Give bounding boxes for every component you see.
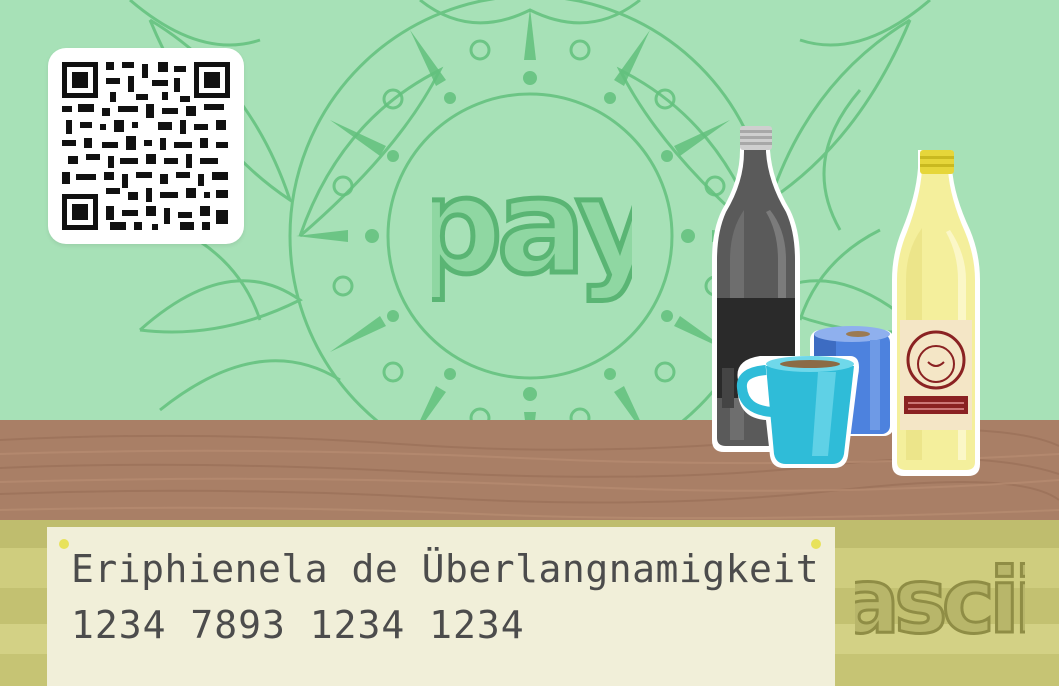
card-holder-name: Eriphienela de Überlangnamigkeit [71, 547, 820, 591]
qr-code-card[interactable] [48, 48, 244, 244]
qr-code-icon [62, 62, 230, 230]
yellow-bottle-icon [892, 150, 980, 476]
card-details-panel: Eriphienela de Überlangnamigkeit 1234 78… [47, 527, 835, 686]
brand-logo: ascii [855, 548, 1025, 651]
gift-card: pay Eriphienela de Überlangnamigkeit 123… [0, 0, 1059, 686]
card-number: 1234 7893 1234 1234 [71, 603, 525, 647]
pay-logo: pay [432, 160, 632, 307]
brand-logo-text: ascii [855, 549, 1025, 650]
drinks-illustration [712, 126, 980, 476]
pin-dot [59, 539, 69, 549]
pay-logo-text: pay [432, 160, 632, 304]
